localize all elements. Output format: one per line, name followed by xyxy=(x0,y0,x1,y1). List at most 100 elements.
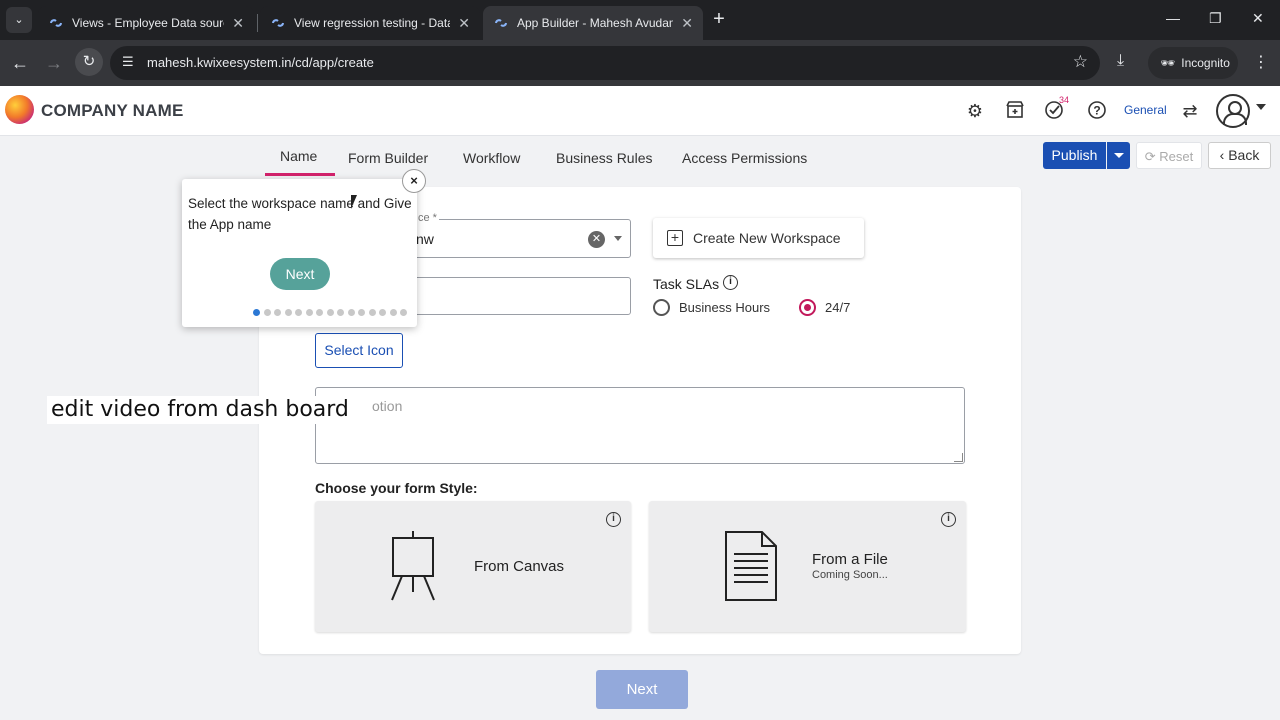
radio-label-business-hours: Business Hours xyxy=(679,300,771,315)
minimize-icon[interactable]: — xyxy=(1166,10,1180,26)
style-card-canvas[interactable] xyxy=(315,501,631,632)
style-label-canvas: From Canvas xyxy=(474,558,565,575)
workspace-value[interactable]: nw xyxy=(416,231,434,247)
back-arrow-icon[interactable]: ← xyxy=(8,51,32,75)
tour-step-dots xyxy=(253,309,407,316)
tab-separator xyxy=(257,14,258,32)
create-workspace-label: Create New Workspace xyxy=(693,230,841,246)
style-sub-file: Coming Soon... xyxy=(812,569,888,581)
url-text[interactable]: mahesh.kwixeesystem.in/cd/app/create xyxy=(147,55,374,70)
store-icon[interactable] xyxy=(1004,100,1026,122)
tour-step-dot[interactable] xyxy=(400,309,407,316)
tour-step-dot[interactable] xyxy=(253,309,260,316)
tab-workflow[interactable]: Workflow xyxy=(463,150,520,166)
tour-step-dot[interactable] xyxy=(295,309,302,316)
context-label[interactable]: General xyxy=(1124,103,1167,117)
browser-menu-icon[interactable]: ⋮ xyxy=(1253,52,1269,72)
description-textarea[interactable] xyxy=(315,387,965,464)
tour-step-dot[interactable] xyxy=(284,309,292,316)
tour-step-dot[interactable] xyxy=(263,309,271,316)
chevron-down-icon[interactable] xyxy=(1256,104,1266,110)
tab-name[interactable]: Name xyxy=(280,148,317,164)
svg-text:?: ? xyxy=(1093,104,1100,118)
form-style-title: Choose your form Style: xyxy=(315,480,478,496)
document-icon xyxy=(725,531,777,601)
tab-form-builder[interactable]: Form Builder xyxy=(348,150,428,166)
info-icon[interactable]: i xyxy=(606,512,621,527)
tab-business-rules[interactable]: Business Rules xyxy=(556,150,653,166)
radio-label-24-7: 24/7 xyxy=(825,300,851,315)
reset-button[interactable]: ⟳ Reset xyxy=(1136,142,1202,169)
browser-tab-3[interactable]: App Builder - Mahesh Avudam ✕ xyxy=(483,6,703,40)
app-header: COMPANY NAME ⚙ 34 ? General ⇄ xyxy=(0,86,1280,136)
tab-title: Views - Employee Data source xyxy=(72,16,225,30)
tab-title: View regression testing - Data xyxy=(294,16,451,30)
tab-search-button[interactable]: ⌄ xyxy=(6,7,32,33)
tour-text: Select the workspace name and Give the A… xyxy=(188,196,412,232)
mouse-cursor-icon xyxy=(351,195,357,209)
tour-close-icon[interactable]: × xyxy=(402,169,426,193)
task-count-badge: 34 xyxy=(1059,95,1070,105)
tab-close-icon[interactable]: ✕ xyxy=(458,15,470,32)
tour-step-dot[interactable] xyxy=(358,309,365,316)
info-icon[interactable]: i xyxy=(941,512,956,527)
browser-toolbar: ← → ↻ ☰ mahesh.kwixeesystem.in/cd/app/cr… xyxy=(0,40,1280,86)
tour-step-dot[interactable] xyxy=(274,309,281,316)
tour-step-dot[interactable] xyxy=(326,309,334,316)
back-button[interactable]: ‹ Back xyxy=(1208,142,1271,169)
site-info-icon[interactable]: ☰ xyxy=(122,54,134,70)
reset-icon: ⟳ xyxy=(1144,149,1160,164)
browser-tab-2[interactable]: View regression testing - Data ✕ xyxy=(260,6,480,40)
select-icon-button[interactable]: Select Icon xyxy=(315,333,403,368)
publish-dropdown-button[interactable] xyxy=(1107,142,1130,169)
tab-close-icon[interactable]: ✕ xyxy=(232,15,244,32)
tab-access-permissions[interactable]: Access Permissions xyxy=(682,150,807,166)
tour-step-dot[interactable] xyxy=(305,309,313,316)
browser-titlebar: ⌄ Views - Employee Data source ✕ View re… xyxy=(0,0,1280,40)
dropdown-caret-icon[interactable] xyxy=(614,236,622,241)
create-workspace-button[interactable]: + Create New Workspace xyxy=(653,218,864,258)
browser-tab-1[interactable]: Views - Employee Data source ✕ xyxy=(38,6,254,40)
tab-title: App Builder - Mahesh Avudam xyxy=(517,16,674,30)
incognito-label: Incognito xyxy=(1181,56,1230,70)
help-icon[interactable]: ? xyxy=(1086,100,1108,122)
clear-icon[interactable]: ✕ xyxy=(588,231,605,248)
radio-24-7[interactable] xyxy=(799,299,816,316)
forward-arrow-icon[interactable]: → xyxy=(42,51,66,75)
switch-arrows-icon[interactable]: ⇄ xyxy=(1179,100,1201,122)
tour-step-dot[interactable] xyxy=(316,309,323,316)
tour-step-dot[interactable] xyxy=(368,309,376,316)
app-name-input[interactable] xyxy=(400,277,631,315)
publish-button[interactable]: Publish xyxy=(1043,142,1106,169)
description-placeholder: otion xyxy=(372,398,403,414)
task-slas-title: Task SLAs xyxy=(653,276,720,292)
workspace-label: ce * xyxy=(416,212,439,224)
radio-business-hours[interactable] xyxy=(653,299,670,316)
user-avatar-icon[interactable] xyxy=(1216,94,1250,128)
close-window-icon[interactable]: ✕ xyxy=(1252,10,1264,27)
tour-step-dot[interactable] xyxy=(389,309,397,316)
tab-close-icon[interactable]: ✕ xyxy=(681,15,693,32)
style-label-file: From a File xyxy=(812,551,888,568)
style-card-file[interactable] xyxy=(649,501,966,632)
tour-step-dot[interactable] xyxy=(337,309,344,316)
incognito-indicator[interactable]: 🕶 Incognito xyxy=(1148,47,1238,79)
tour-next-button[interactable]: Next xyxy=(270,258,330,290)
video-caption: edit video from dash board xyxy=(47,396,353,424)
tour-step-dot[interactable] xyxy=(379,309,386,316)
incognito-icon: 🕶 xyxy=(1160,56,1176,70)
restore-icon[interactable]: ❐ xyxy=(1209,10,1222,27)
new-tab-button[interactable]: + xyxy=(708,9,730,31)
bookmark-star-icon[interactable]: ☆ xyxy=(1073,52,1088,72)
tab-favicon-icon xyxy=(50,19,62,27)
resize-handle-icon[interactable] xyxy=(954,453,963,462)
plus-square-icon: + xyxy=(667,230,683,246)
address-bar[interactable]: ☰ mahesh.kwixeesystem.in/cd/app/create ☆ xyxy=(110,46,1100,80)
download-icon[interactable]: ⤓ xyxy=(1117,52,1124,70)
next-button[interactable]: Next xyxy=(596,670,688,709)
info-icon[interactable]: i xyxy=(723,275,738,290)
tour-step-dot[interactable] xyxy=(347,309,355,316)
reload-icon[interactable]: ↻ xyxy=(75,48,103,76)
settings-gear-icon[interactable]: ⚙ xyxy=(964,100,986,122)
tab-favicon-icon xyxy=(272,19,284,27)
